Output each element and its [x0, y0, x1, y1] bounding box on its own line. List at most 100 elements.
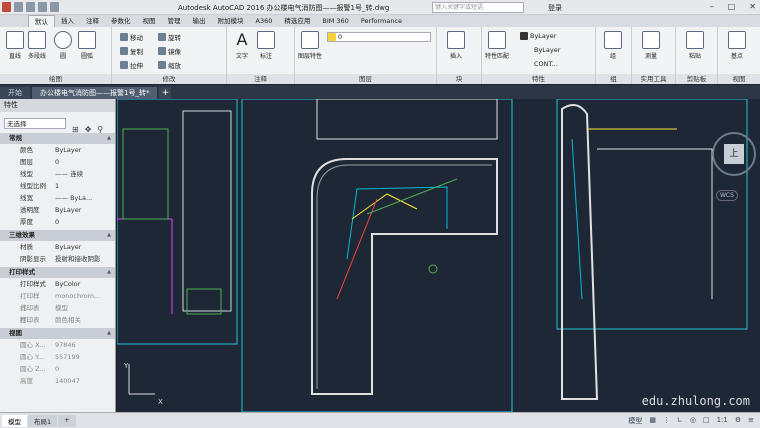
property-row[interactable]: 打印样式 ByColor — [0, 278, 115, 290]
tab-bim360[interactable]: BIM 360 — [316, 15, 354, 27]
tab-model-layout[interactable]: 模型 — [2, 415, 27, 427]
tab-manage[interactable]: 管理 — [162, 15, 187, 27]
property-row[interactable]: 圆心 Y... 557199 — [0, 351, 115, 363]
color-dropdown[interactable]: ByLayer — [520, 32, 556, 40]
insert-button[interactable]: 插入 — [443, 31, 469, 60]
annotation-scale[interactable]: 1:1 — [717, 416, 728, 426]
arc-button[interactable]: 圆弧 — [74, 31, 100, 60]
text-button[interactable]: A 文字 — [229, 31, 255, 61]
save-icon[interactable] — [38, 2, 47, 12]
draw-panel-title[interactable]: 绘图 — [0, 74, 111, 84]
add-layout-icon[interactable]: + — [58, 415, 76, 427]
view-panel-title[interactable]: 视图 — [718, 74, 760, 84]
undo-icon[interactable] — [50, 2, 59, 12]
close-icon[interactable]: ✕ — [749, 2, 756, 11]
polyline-button[interactable]: 多段线 — [24, 31, 50, 60]
base-button[interactable]: 基点 — [724, 31, 750, 60]
property-row[interactable]: 圆心 Z... 0 — [0, 363, 115, 375]
property-row[interactable]: 圆心 X... 97846 — [0, 339, 115, 351]
property-value[interactable]: ByLayer — [48, 144, 115, 156]
tab-parametric[interactable]: 参数化 — [105, 15, 137, 27]
property-value[interactable]: —— 连续 — [48, 168, 115, 180]
scale-button[interactable]: 缩放 — [158, 60, 181, 70]
grid-icon[interactable]: ▦ — [649, 416, 656, 426]
model-space-button[interactable]: 模型 — [628, 416, 642, 426]
quick-access-toolbar[interactable] — [2, 2, 59, 12]
property-value[interactable]: 投射和接收阴影 — [48, 253, 115, 265]
property-value[interactable]: ByColor — [48, 278, 115, 290]
property-value[interactable]: ByLayer — [48, 241, 115, 253]
property-row[interactable]: 颜色 ByLayer — [0, 144, 115, 156]
dimension-button[interactable]: 标注 — [253, 31, 279, 60]
login-button[interactable]: 登录 — [548, 3, 562, 13]
new-tab-icon[interactable]: + — [159, 87, 172, 99]
circle-button[interactable]: 圆 — [50, 31, 76, 60]
property-row[interactable]: 线型 —— 连续 — [0, 168, 115, 180]
tab-start[interactable]: 开始 — [0, 87, 30, 99]
layer-properties-button[interactable]: 图层特性 — [297, 31, 323, 60]
property-value[interactable]: 1 — [48, 180, 115, 192]
customize-icon[interactable]: ≡ — [748, 416, 754, 426]
property-value[interactable]: 140047 — [48, 375, 115, 387]
property-value[interactable]: —— ByLa... — [48, 192, 115, 204]
property-row[interactable]: 线型比例 1 — [0, 180, 115, 192]
open-icon[interactable] — [26, 2, 35, 12]
property-row[interactable]: 打印表附... 模型 — [0, 302, 115, 324]
section-header[interactable]: 打印样式 — [0, 267, 115, 278]
property-row[interactable]: 材质 ByLayer — [0, 241, 115, 253]
tab-default[interactable]: 默认 — [28, 14, 55, 28]
ortho-icon[interactable]: ∟ — [677, 416, 683, 426]
property-row[interactable]: 图层 0 — [0, 156, 115, 168]
osnap-icon[interactable]: □ — [703, 416, 710, 426]
search-input[interactable]: 键入关键字或短语 — [432, 2, 524, 13]
rotate-button[interactable]: 旋转 — [158, 32, 181, 42]
copy-button[interactable]: 复制 — [120, 46, 143, 56]
section-header[interactable]: 三维效果 — [0, 230, 115, 241]
property-value[interactable]: 模型 — [48, 302, 115, 314]
tab-addins[interactable]: 附加模块 — [212, 15, 250, 27]
section-header[interactable]: 常规 — [0, 133, 115, 144]
property-value[interactable]: 557199 — [48, 351, 115, 363]
property-row[interactable]: 打印样式... monochrom... — [0, 290, 115, 312]
property-row[interactable]: 透明度 ByLayer — [0, 204, 115, 216]
match-properties-button[interactable]: 特性匹配 — [484, 31, 510, 60]
maximize-icon[interactable]: □ — [728, 2, 736, 11]
selection-dropdown[interactable]: 无选择 — [4, 118, 66, 129]
tab-view[interactable]: 视图 — [137, 15, 162, 27]
paste-button[interactable]: 粘贴 — [682, 31, 708, 60]
tab-a360[interactable]: A360 — [250, 15, 279, 27]
measure-button[interactable]: 测量 — [638, 31, 664, 60]
layers-panel-title[interactable]: 图层 — [295, 74, 436, 84]
property-row[interactable]: 厚度 0 — [0, 216, 115, 228]
property-value[interactable]: 0 — [48, 363, 115, 375]
view-cube-top-face[interactable]: 上 — [724, 144, 744, 164]
view-cube[interactable]: 上 — [712, 132, 756, 176]
tab-insert[interactable]: 插入 — [55, 15, 80, 27]
tab-annotate[interactable]: 注释 — [80, 15, 105, 27]
property-value[interactable]: 97846 — [48, 339, 115, 351]
group-button[interactable]: 组 — [600, 31, 626, 60]
property-value[interactable]: 0 — [48, 156, 115, 168]
mirror-button[interactable]: 镜像 — [158, 46, 181, 56]
wcs-menu[interactable]: WCS — [716, 190, 738, 201]
clipboard-panel-title[interactable]: 剪贴板 — [676, 74, 717, 84]
property-value[interactable]: ByLayer — [48, 204, 115, 216]
tab-performance[interactable]: Performance — [355, 15, 408, 27]
tab-layout1[interactable]: 布局1 — [28, 415, 58, 427]
property-row[interactable]: 高度 140047 — [0, 375, 115, 387]
groups-panel-title[interactable]: 组 — [596, 74, 631, 84]
drawing-canvas[interactable] — [117, 99, 760, 412]
settings-icon[interactable]: ⚙ — [735, 416, 741, 426]
property-value[interactable]: 颜色相关 — [48, 314, 115, 326]
properties-panel-title[interactable]: 特性 — [482, 74, 595, 84]
tab-featured-apps[interactable]: 精选应用 — [278, 15, 316, 27]
minimize-icon[interactable]: – — [710, 2, 714, 11]
property-value[interactable]: monochrom... — [48, 290, 115, 302]
property-row[interactable]: 阴影显示 投射和接收阴影 — [0, 253, 115, 265]
layer-dropdown[interactable]: 0 — [327, 32, 431, 42]
linetype-dropdown[interactable]: CONT... — [534, 60, 558, 68]
snap-icon[interactable]: ⋮ — [663, 416, 670, 426]
move-button[interactable]: 移动 — [120, 32, 143, 42]
annotation-panel-title[interactable]: 注释 — [227, 74, 294, 84]
section-header[interactable]: 视图 — [0, 328, 115, 339]
